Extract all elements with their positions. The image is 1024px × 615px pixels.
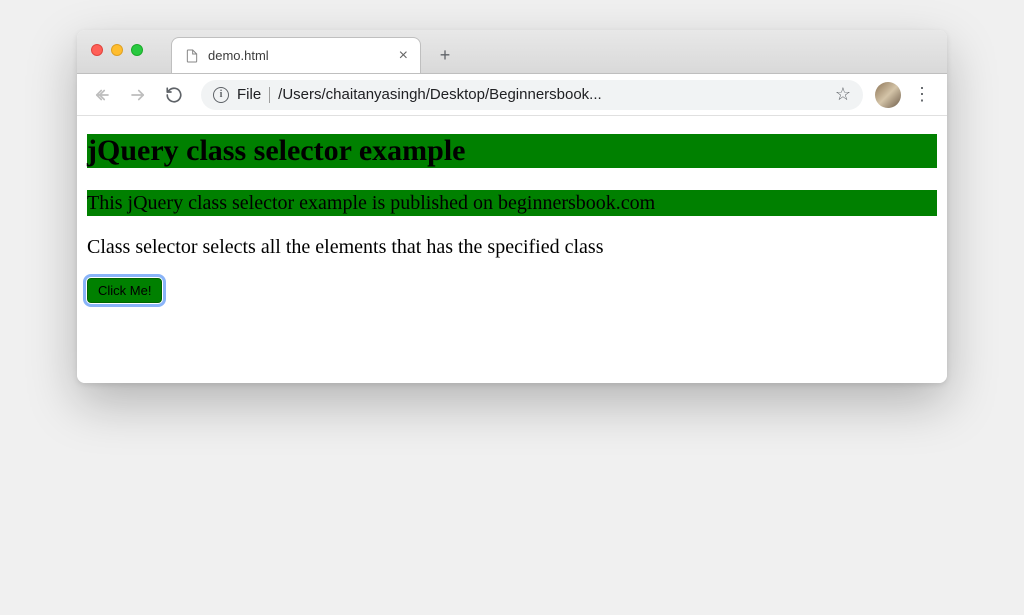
forward-button[interactable] [123,80,153,110]
address-bar[interactable]: i File /Users/chaitanyasingh/Desktop/Beg… [201,80,863,110]
maximize-window-button[interactable] [131,44,143,56]
browser-menu-button[interactable]: ⋮ [907,80,937,110]
site-info-icon[interactable]: i [213,87,229,103]
page-content: jQuery class selector example This jQuer… [77,116,947,383]
minimize-window-button[interactable] [111,44,123,56]
toolbar: i File /Users/chaitanyasingh/Desktop/Beg… [77,74,947,116]
click-me-button[interactable]: Click Me! [87,278,162,303]
url-scheme: File [237,86,261,103]
titlebar: demo.html × + [77,30,947,74]
bookmark-star-icon[interactable]: ☆ [835,84,851,105]
tab-title: demo.html [208,48,391,63]
reload-button[interactable] [159,80,189,110]
url-divider [269,87,270,103]
close-tab-button[interactable]: × [399,47,408,65]
new-tab-button[interactable]: + [431,41,459,69]
close-window-button[interactable] [91,44,103,56]
window-controls [91,44,143,56]
profile-avatar[interactable] [875,82,901,108]
page-heading: jQuery class selector example [87,134,937,168]
file-icon [184,48,200,64]
url-path: /Users/chaitanyasingh/Desktop/Beginnersb… [278,86,827,103]
browser-window: demo.html × + i File /Users/chaitanyasin… [77,30,947,383]
browser-tab[interactable]: demo.html × [171,37,421,73]
back-button[interactable] [87,80,117,110]
page-paragraph-2: Class selector selects all the elements … [87,234,937,260]
page-paragraph-1: This jQuery class selector example is pu… [87,190,937,216]
